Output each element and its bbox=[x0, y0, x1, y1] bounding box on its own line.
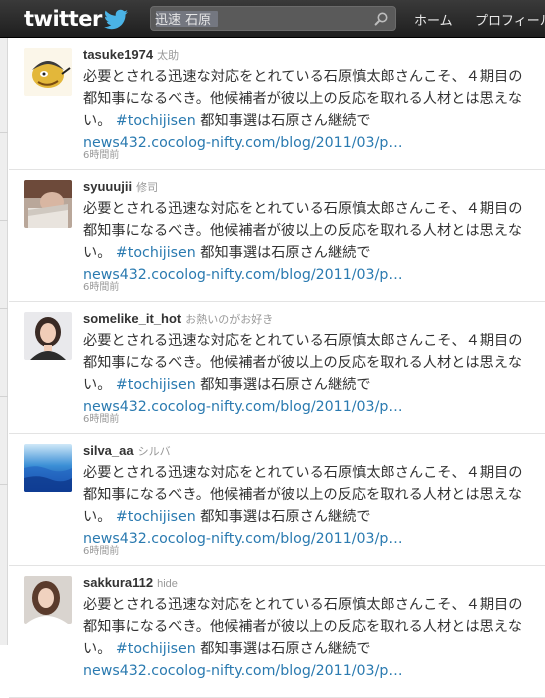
avatar-image bbox=[24, 180, 72, 228]
real-name: シルバ bbox=[137, 446, 171, 458]
tweet-timestamp[interactable]: 6時間前 bbox=[83, 542, 119, 557]
username-text[interactable]: sakkura112 bbox=[83, 575, 153, 590]
logo-text: twitter bbox=[24, 7, 102, 31]
avatar[interactable] bbox=[24, 48, 72, 96]
tweet-item[interactable]: sakkura112 hide 必要とされる迅速な対応をとれている石原慎太郎さんこ… bbox=[9, 566, 545, 698]
hashtag-link[interactable]: #tochijisen bbox=[116, 509, 196, 525]
tweet-url-link[interactable]: news432.cocolog-nifty.com/blog/2011/03/p… bbox=[83, 660, 528, 682]
username-text[interactable]: tasuke1974 bbox=[83, 47, 153, 62]
tweet-item[interactable]: tasuke1974 太助 必要とされる迅速な対応をとれている石原慎太郎さんこそ、… bbox=[9, 38, 545, 170]
tweet-url-link[interactable]: news432.cocolog-nifty.com/blog/2011/03/p… bbox=[83, 396, 528, 418]
real-name: お熱いのがお好き bbox=[185, 314, 274, 326]
bird-icon bbox=[103, 9, 128, 30]
tweet-text: 必要とされる迅速な対応をとれている石原慎太郎さんこそ、４期目の都知事になるべき。… bbox=[83, 330, 528, 418]
avatar[interactable] bbox=[24, 444, 72, 492]
gutter-divider bbox=[0, 308, 8, 309]
tweet-text: 必要とされる迅速な対応をとれている石原慎太郎さんこそ、４期目の都知事になるべき。… bbox=[83, 594, 528, 682]
tweet-item[interactable]: syuuujii 修司 必要とされる迅速な対応をとれている石原慎太郎さんこそ、４期… bbox=[9, 170, 545, 302]
gutter-divider bbox=[0, 484, 8, 485]
gutter-divider bbox=[0, 396, 8, 397]
hashtag-link[interactable]: #tochijisen bbox=[116, 377, 196, 393]
tweet-username[interactable]: silva_aa シルバ bbox=[83, 443, 171, 459]
search-icon[interactable] bbox=[373, 11, 389, 27]
gutter-divider bbox=[0, 132, 8, 133]
nav-home[interactable]: ホーム bbox=[414, 10, 453, 29]
hashtag-link[interactable]: #tochijisen bbox=[116, 113, 196, 129]
nav-profile[interactable]: プロフィール bbox=[475, 10, 545, 29]
username-text[interactable]: syuuujii bbox=[83, 179, 132, 194]
avatar-image bbox=[24, 48, 72, 96]
username-text[interactable]: silva_aa bbox=[83, 443, 134, 458]
tweet-text: 必要とされる迅速な対応をとれている石原慎太郎さんこそ、４期目の都知事になるべき。… bbox=[83, 462, 528, 550]
tweet-timestamp[interactable]: 6時間前 bbox=[83, 278, 119, 293]
search-box[interactable] bbox=[150, 6, 396, 31]
tweet-url-link[interactable]: news432.cocolog-nifty.com/blog/2011/03/p… bbox=[83, 528, 528, 550]
tweet-item[interactable]: silva_aa シルバ 必要とされる迅速な対応をとれている石原慎太郎さんこそ、４… bbox=[9, 434, 545, 566]
tweet-timestamp[interactable]: 6時間前 bbox=[83, 146, 119, 161]
left-gutter bbox=[0, 38, 8, 645]
avatar[interactable] bbox=[24, 576, 72, 624]
tweet-username[interactable]: sakkura112 hide bbox=[83, 575, 178, 590]
tweet-text: 必要とされる迅速な対応をとれている石原慎太郎さんこそ、４期目の都知事になるべき。… bbox=[83, 66, 528, 154]
tweet-text-after: 都知事選は石原さん継続で bbox=[200, 641, 371, 657]
tweet-text-after: 都知事選は石原さん継続で bbox=[200, 245, 371, 261]
tweet-username[interactable]: tasuke1974 太助 bbox=[83, 47, 179, 63]
avatar-image bbox=[24, 312, 72, 360]
real-name: hide bbox=[157, 578, 178, 590]
search-input[interactable] bbox=[155, 9, 355, 28]
hashtag-link[interactable]: #tochijisen bbox=[116, 641, 196, 657]
tweet-text-after: 都知事選は石原さん継続で bbox=[200, 509, 371, 525]
tweet-text-after: 都知事選は石原さん継続で bbox=[200, 113, 371, 129]
gutter-divider bbox=[0, 220, 8, 221]
real-name: 修司 bbox=[136, 182, 159, 194]
tweet-text: 必要とされる迅速な対応をとれている石原慎太郎さんこそ、４期目の都知事になるべき。… bbox=[83, 198, 528, 286]
top-bar: twitter ホーム プロフィール bbox=[0, 0, 545, 38]
avatar[interactable] bbox=[24, 312, 72, 360]
tweet-text-after: 都知事選は石原さん継続で bbox=[200, 377, 371, 393]
tweet-url-link[interactable]: news432.cocolog-nifty.com/blog/2011/03/p… bbox=[83, 264, 528, 286]
avatar[interactable] bbox=[24, 180, 72, 228]
tweet-timestamp[interactable]: 6時間前 bbox=[83, 410, 119, 425]
real-name: 太助 bbox=[157, 50, 180, 62]
tweet-url-link[interactable]: news432.cocolog-nifty.com/blog/2011/03/p… bbox=[83, 132, 528, 154]
twitter-logo[interactable]: twitter bbox=[24, 6, 130, 32]
tweet-item[interactable]: somelike_it_hot お熱いのがお好き 必要とされる迅速な対応をとれてい… bbox=[9, 302, 545, 434]
avatar-image bbox=[24, 444, 72, 492]
avatar-image bbox=[24, 576, 72, 624]
tweet-username[interactable]: syuuujii 修司 bbox=[83, 179, 158, 195]
hashtag-link[interactable]: #tochijisen bbox=[116, 245, 196, 261]
username-text[interactable]: somelike_it_hot bbox=[83, 311, 181, 326]
tweet-username[interactable]: somelike_it_hot お熱いのがお好き bbox=[83, 311, 273, 327]
